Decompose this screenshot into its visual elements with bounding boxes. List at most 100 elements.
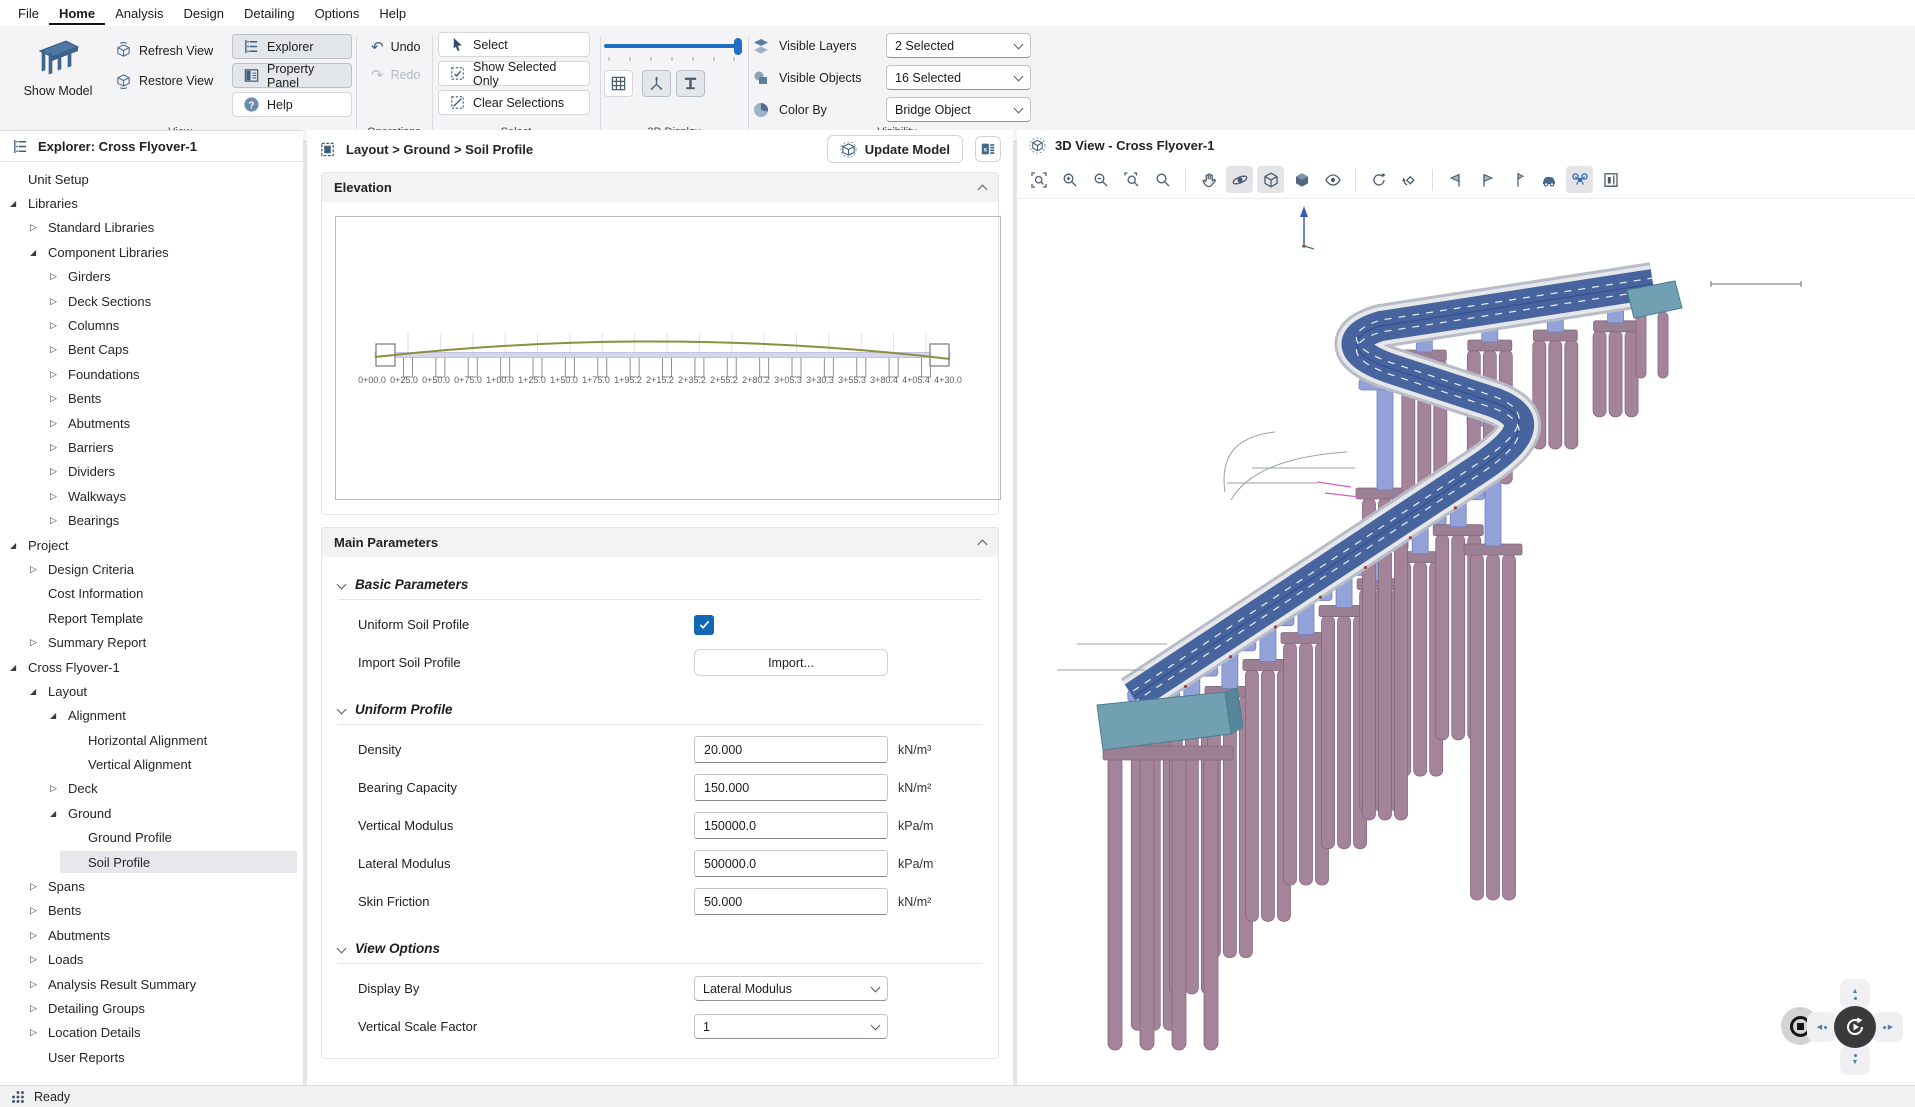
zoom-extents-button[interactable] bbox=[1025, 166, 1052, 193]
restore-view-button[interactable]: Restore View bbox=[104, 68, 224, 93]
tree-item-bents[interactable]: ▷Bents bbox=[0, 899, 303, 923]
tree-collapsed-icon[interactable]: ▷ bbox=[50, 344, 68, 355]
view3d-viewport[interactable]: ▲ ◀ ▶ ▼ bbox=[1017, 200, 1915, 1085]
shaded-view-button[interactable] bbox=[1288, 166, 1315, 193]
tree-item-deck-sections[interactable]: ▷Deck Sections bbox=[0, 289, 303, 313]
tree-item-ground-profile[interactable]: Ground Profile bbox=[0, 826, 303, 850]
view-options-header[interactable]: View Options bbox=[338, 941, 982, 964]
tree-collapsed-icon[interactable]: ▷ bbox=[50, 783, 68, 794]
section-view-button[interactable] bbox=[1597, 166, 1624, 193]
auto-rotate-button[interactable] bbox=[1834, 1006, 1876, 1048]
tree-item-project[interactable]: ◢Project bbox=[0, 533, 303, 557]
tree-collapsed-icon[interactable]: ▷ bbox=[30, 881, 48, 892]
update-model-button[interactable]: Update Model bbox=[827, 135, 963, 163]
help-button[interactable]: ? Help bbox=[232, 92, 352, 117]
menu-analysis[interactable]: Analysis bbox=[105, 2, 173, 25]
rotate-left-button[interactable]: ◀ bbox=[1807, 1012, 1837, 1042]
tree-item-analysis-result-summary[interactable]: ▷Analysis Result Summary bbox=[0, 972, 303, 996]
tree-collapsed-icon[interactable]: ▷ bbox=[30, 979, 48, 990]
tree-collapsed-icon[interactable]: ▷ bbox=[50, 271, 68, 282]
tree-collapsed-icon[interactable]: ▷ bbox=[30, 222, 48, 233]
uniform-soil-profile-checkbox[interactable] bbox=[694, 615, 714, 635]
tree-item-alignment[interactable]: ◢Alignment bbox=[0, 704, 303, 728]
tree-item-dividers[interactable]: ▷Dividers bbox=[0, 460, 303, 484]
tree-item-ground[interactable]: ◢Ground bbox=[0, 801, 303, 825]
tree-collapsed-icon[interactable]: ▷ bbox=[50, 296, 68, 307]
menu-file[interactable]: File bbox=[8, 2, 49, 25]
tree-item-abutments[interactable]: ▷Abutments bbox=[0, 411, 303, 435]
ibeam-display-button[interactable] bbox=[676, 70, 705, 97]
tree-expanded-icon[interactable]: ◢ bbox=[50, 809, 68, 818]
tree-collapsed-icon[interactable]: ▷ bbox=[30, 930, 48, 941]
tree-collapsed-icon[interactable]: ▷ bbox=[30, 905, 48, 916]
tree-item-unit-setup[interactable]: Unit Setup bbox=[0, 167, 303, 191]
drive-mode-button[interactable] bbox=[1535, 166, 1562, 193]
tree-expanded-icon[interactable]: ◢ bbox=[50, 711, 68, 720]
basic-parameters-header[interactable]: Basic Parameters bbox=[338, 577, 982, 600]
flag-right-button[interactable] bbox=[1473, 166, 1500, 193]
tree-collapsed-icon[interactable]: ▷ bbox=[50, 369, 68, 380]
tree-item-abutments[interactable]: ▷Abutments bbox=[0, 923, 303, 947]
undo-button[interactable]: ↶ Undo bbox=[360, 34, 431, 59]
clear-selections-button[interactable]: Clear Selections bbox=[438, 90, 590, 115]
param-input[interactable]: 500000.0 bbox=[694, 850, 888, 877]
visibility-dropdown[interactable]: Bridge Object bbox=[886, 97, 1031, 122]
tree-item-deck[interactable]: ▷Deck bbox=[0, 777, 303, 801]
axes-display-button[interactable] bbox=[642, 70, 671, 97]
zoom-button[interactable] bbox=[1149, 166, 1176, 193]
collapse-chevron-icon[interactable] bbox=[978, 540, 988, 550]
visibility-eye-button[interactable] bbox=[1319, 166, 1346, 193]
tree-item-libraries[interactable]: ◢Libraries bbox=[0, 191, 303, 215]
tree-item-layout[interactable]: ◢Layout bbox=[0, 679, 303, 703]
tree-collapsed-icon[interactable]: ▷ bbox=[50, 466, 68, 477]
param-input[interactable]: 50.000 bbox=[694, 888, 888, 915]
select-button[interactable]: Select bbox=[438, 32, 590, 57]
drone-mode-button[interactable] bbox=[1566, 166, 1593, 193]
tree-item-summary-report[interactable]: ▷Summary Report bbox=[0, 630, 303, 654]
tree-item-bent-caps[interactable]: ▷Bent Caps bbox=[0, 338, 303, 362]
tree-expanded-icon[interactable]: ◢ bbox=[10, 541, 28, 550]
tree-item-location-details[interactable]: ▷Location Details bbox=[0, 1021, 303, 1045]
explorer-toggle-button[interactable]: Explorer bbox=[232, 34, 352, 59]
tree-expanded-icon[interactable]: ◢ bbox=[10, 199, 28, 208]
tree-item-user-reports[interactable]: User Reports bbox=[0, 1045, 303, 1069]
tree-collapsed-icon[interactable]: ▷ bbox=[30, 1003, 48, 1014]
tree-item-design-criteria[interactable]: ▷Design Criteria bbox=[0, 557, 303, 581]
tree-item-spans[interactable]: ▷Spans bbox=[0, 874, 303, 898]
flag-left-button[interactable] bbox=[1442, 166, 1469, 193]
tree-collapsed-icon[interactable]: ▷ bbox=[50, 491, 68, 502]
tree-item-standard-libraries[interactable]: ▷Standard Libraries bbox=[0, 216, 303, 240]
tree-item-report-template[interactable]: Report Template bbox=[0, 606, 303, 630]
tree-item-girders[interactable]: ▷Girders bbox=[0, 265, 303, 289]
tree-item-barriers[interactable]: ▷Barriers bbox=[0, 435, 303, 459]
tree-collapsed-icon[interactable]: ▷ bbox=[30, 954, 48, 965]
param-input[interactable]: 150000.0 bbox=[694, 812, 888, 839]
slider-handle[interactable] bbox=[734, 38, 742, 55]
tree-expanded-icon[interactable]: ◢ bbox=[30, 687, 48, 696]
property-panel-toggle-button[interactable]: Property Panel bbox=[232, 63, 352, 88]
collapse-chevron-icon[interactable] bbox=[978, 185, 988, 195]
tree-collapsed-icon[interactable]: ▷ bbox=[50, 418, 68, 429]
tree-item-walkways[interactable]: ▷Walkways bbox=[0, 484, 303, 508]
tree-collapsed-icon[interactable]: ▷ bbox=[50, 442, 68, 453]
redo-button[interactable]: ↷ Redo bbox=[360, 62, 431, 87]
tree-item-columns[interactable]: ▷Columns bbox=[0, 313, 303, 337]
tree-collapsed-icon[interactable]: ▷ bbox=[30, 1027, 48, 1038]
import-button[interactable]: Import... bbox=[694, 649, 888, 676]
rotate-up-button[interactable]: ▲ bbox=[1840, 979, 1870, 1009]
rotate-right-button[interactable]: ▶ bbox=[1873, 1012, 1903, 1042]
zoom-window-button[interactable] bbox=[1118, 166, 1145, 193]
menu-detailing[interactable]: Detailing bbox=[234, 2, 305, 25]
uniform-profile-header[interactable]: Uniform Profile bbox=[338, 702, 982, 725]
pan-button[interactable] bbox=[1195, 166, 1222, 193]
display-by-dropdown[interactable]: Lateral Modulus bbox=[694, 976, 888, 1001]
tree-item-horizontal-alignment[interactable]: Horizontal Alignment bbox=[0, 728, 303, 752]
param-input[interactable]: 150.000 bbox=[694, 774, 888, 801]
visibility-dropdown[interactable]: 16 Selected bbox=[886, 65, 1031, 90]
rotate-down-button[interactable]: ▼ bbox=[1840, 1045, 1870, 1075]
tree-collapsed-icon[interactable]: ▷ bbox=[30, 564, 48, 575]
tree-item-component-libraries[interactable]: ◢Component Libraries bbox=[0, 240, 303, 264]
menu-home[interactable]: Home bbox=[49, 2, 105, 25]
tree-item-bearings[interactable]: ▷Bearings bbox=[0, 508, 303, 532]
display-3d-slider[interactable] bbox=[604, 38, 744, 58]
